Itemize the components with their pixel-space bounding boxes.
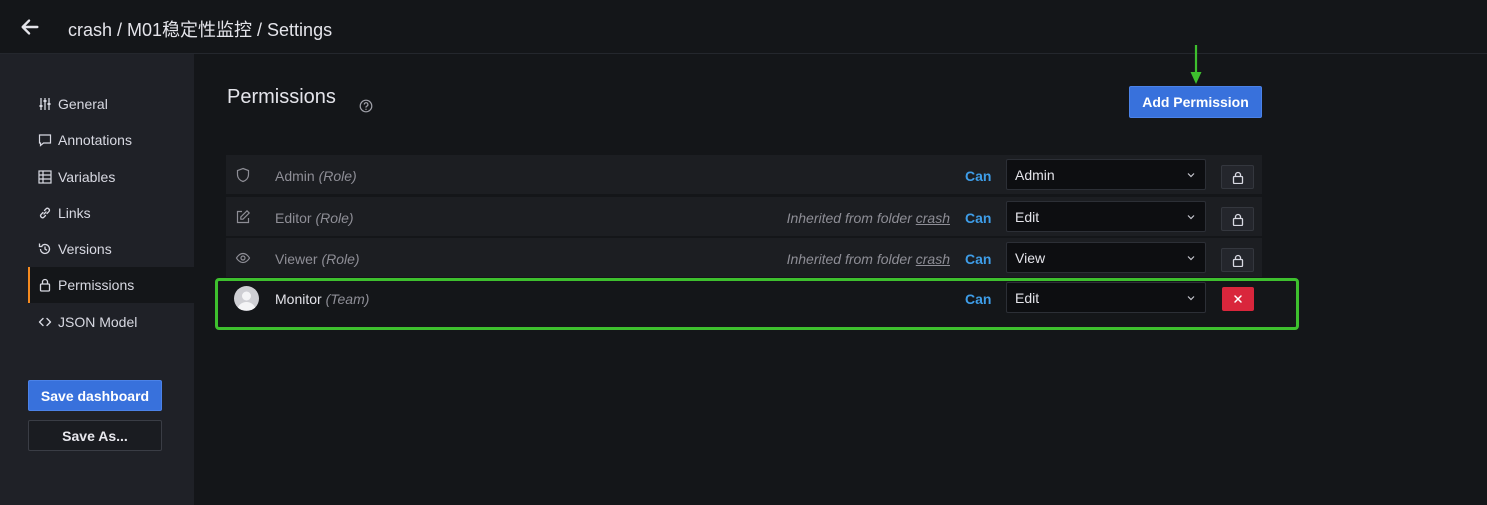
add-permission-button[interactable]: Add Permission [1129, 86, 1262, 118]
lock-icon [1232, 171, 1243, 184]
arrow-left-icon [21, 19, 39, 35]
folder-link[interactable]: crash [916, 210, 950, 226]
folder-link[interactable]: crash [916, 251, 950, 267]
permission-row-name: Monitor (Team) [275, 291, 369, 307]
permission-row-name: Admin (Role) [275, 168, 357, 184]
locked-button [1221, 165, 1254, 189]
sidebar-item-label: Annotations [58, 132, 132, 148]
sidebar-item-label: JSON Model [58, 314, 138, 330]
permission-row-admin: Admin (Role) Can Admin [226, 155, 1262, 195]
lock-icon [1232, 254, 1243, 267]
chevron-down-icon [1187, 256, 1195, 261]
inherited-note: Inherited from folder crash [787, 251, 950, 267]
sidebar-item-variables[interactable]: Variables [28, 159, 194, 195]
lock-icon [1232, 213, 1243, 226]
table-icon [38, 170, 52, 184]
permission-row-name: Viewer (Role) [275, 251, 360, 267]
inherited-prefix: Inherited from folder [786, 210, 912, 226]
permission-row-viewer: Viewer (Role) Inherited from folder cras… [226, 238, 1262, 278]
permission-select[interactable]: Edit [1006, 282, 1206, 313]
sidebar-item-label: Versions [58, 241, 112, 257]
sliders-icon [38, 97, 52, 111]
chevron-down-icon [1187, 173, 1195, 178]
user-avatar-icon [237, 291, 256, 310]
can-label: Can [965, 291, 992, 307]
row-name-text: Admin [275, 168, 315, 184]
settings-sidebar: General Annotations Variables Links Vers… [0, 54, 194, 505]
chevron-down-icon [1187, 215, 1195, 220]
shield-icon [236, 167, 250, 183]
permission-select-value: Edit [1015, 208, 1040, 225]
locked-button [1221, 248, 1254, 272]
sidebar-item-json-model[interactable]: JSON Model [28, 304, 194, 340]
back-button[interactable] [18, 15, 42, 39]
sidebar-item-annotations[interactable]: Annotations [28, 122, 194, 158]
row-name-text: Editor [275, 210, 312, 226]
sidebar-item-permissions[interactable]: Permissions [28, 267, 194, 303]
chevron-down-icon [1187, 296, 1195, 301]
row-type-text: (Role) [321, 251, 360, 267]
sidebar-item-label: Permissions [58, 277, 135, 293]
permission-select-value: View [1015, 249, 1046, 266]
save-dashboard-button[interactable]: Save dashboard [28, 380, 162, 411]
sidebar-item-links[interactable]: Links [28, 195, 194, 231]
row-type-text: (Team) [325, 291, 370, 307]
sidebar-item-label: General [58, 96, 108, 112]
sidebar-item-general[interactable]: General [28, 86, 194, 122]
annotation-arrow-icon [1190, 45, 1202, 84]
inherited-note: Inherited from folder crash [787, 210, 950, 226]
permission-select-value: Edit [1015, 289, 1040, 306]
breadcrumb: crash / M01稳定性监控 / Settings [68, 20, 333, 40]
history-icon [38, 242, 52, 256]
inherited-prefix: Inherited from folder [786, 251, 912, 267]
page-title: Permissions [227, 86, 336, 108]
comment-icon [38, 133, 52, 147]
permission-row-monitor: Monitor (Team) Can Edit [226, 278, 1262, 318]
permission-select[interactable]: View [1006, 242, 1206, 273]
permission-row-name: Editor (Role) [275, 210, 354, 226]
can-label: Can [965, 210, 992, 226]
sidebar-item-label: Links [58, 205, 91, 221]
locked-button [1221, 207, 1254, 231]
save-as-button[interactable]: Save As... [28, 420, 162, 451]
lock-icon [38, 278, 52, 292]
top-bar: crash / M01稳定性监控 / Settings [0, 0, 1487, 54]
sidebar-item-versions[interactable]: Versions [28, 231, 194, 267]
sidebar-item-label: Variables [58, 169, 116, 185]
code-icon [38, 315, 52, 329]
question-circle-icon[interactable] [359, 99, 373, 113]
can-label: Can [965, 168, 992, 184]
permission-row-editor: Editor (Role) Inherited from folder cras… [226, 197, 1262, 237]
permission-select-value: Admin [1015, 166, 1055, 183]
link-icon [38, 206, 52, 220]
avatar [234, 286, 259, 311]
eye-icon [235, 252, 251, 264]
row-name-text: Monitor [275, 291, 322, 307]
permission-select[interactable]: Admin [1006, 159, 1206, 190]
remove-permission-button[interactable] [1222, 287, 1254, 311]
edit-icon [236, 209, 251, 224]
can-label: Can [965, 251, 992, 267]
close-icon [1234, 295, 1242, 303]
row-name-text: Viewer [275, 251, 318, 267]
row-type-text: (Role) [318, 168, 357, 184]
permission-select[interactable]: Edit [1006, 201, 1206, 232]
row-type-text: (Role) [315, 210, 354, 226]
